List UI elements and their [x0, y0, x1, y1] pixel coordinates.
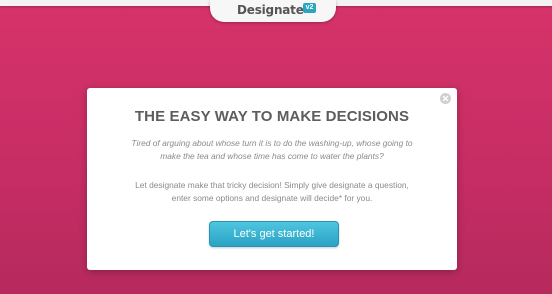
subtext-line-1: Tired of arguing about whose turn it is … [131, 138, 413, 148]
close-icon[interactable] [440, 93, 451, 104]
subtext-line-2: make the tea and whose time has come to … [160, 151, 384, 161]
version-badge: v2 [303, 3, 316, 13]
modal-body: Let designate make that tricky decision!… [117, 179, 427, 205]
modal-headline: THE EASY WAY TO MAKE DECISIONS [134, 108, 410, 125]
body-line-1: Let designate make that tricky decision!… [135, 180, 409, 190]
logo-text: Designate [237, 3, 304, 17]
modal-subtext: Tired of arguing about whose turn it is … [117, 137, 427, 163]
body-line-2: enter some options and designate will de… [171, 193, 373, 203]
get-started-button[interactable]: Let's get started! [209, 221, 339, 247]
logo-tab[interactable]: Designate v2 [210, 0, 336, 22]
intro-modal: THE EASY WAY TO MAKE DECISIONS Tired of … [87, 88, 457, 270]
